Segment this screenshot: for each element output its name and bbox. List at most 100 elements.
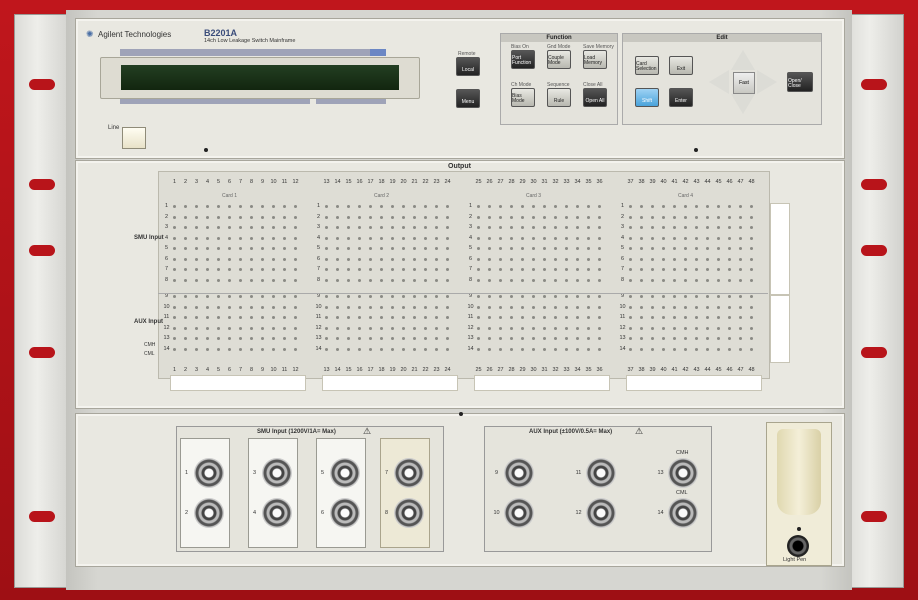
light-pen-cradle (777, 429, 821, 515)
output-column-number: 34 (574, 179, 581, 185)
crosspoint-led (435, 205, 438, 208)
arrow-up-icon[interactable] (731, 50, 755, 70)
smu-connector-card (180, 438, 230, 548)
crosspoint-led (521, 205, 524, 208)
crosspoint-led (728, 316, 731, 319)
crosspoint-led (684, 257, 687, 261)
load-memory-button[interactable]: Load Memory (583, 50, 607, 69)
crosspoint-led (446, 337, 449, 340)
crosspoint-led (391, 226, 394, 229)
crosspoint-led (587, 268, 590, 271)
enter-button[interactable]: Enter (669, 88, 693, 107)
crosspoint-led (294, 347, 297, 351)
light-pen-connector[interactable] (787, 535, 809, 557)
aux-bnc-connector[interactable] (504, 498, 534, 528)
couple-mode-button[interactable]: Couple Mode (547, 50, 571, 69)
crosspoint-led (358, 316, 361, 319)
port-function-button[interactable]: Port Function (511, 50, 535, 69)
smu-bnc-connector[interactable] (194, 498, 224, 528)
crosspoint-led (739, 326, 742, 330)
crosspoint-led (565, 295, 568, 298)
input-row-number: 1 (164, 203, 169, 209)
local-button[interactable]: Local (456, 57, 480, 76)
crosspoint-led (325, 326, 328, 330)
arrow-down-icon[interactable] (731, 94, 755, 114)
crosspoint-led (554, 268, 557, 271)
crosspoint-led (640, 257, 643, 261)
smu-bnc-connector[interactable] (262, 498, 292, 528)
menu-button[interactable]: Menu (456, 89, 480, 108)
input-row-number: 6 (468, 255, 473, 262)
smu-bnc-connector[interactable] (330, 498, 360, 528)
smu-bnc-connector[interactable] (330, 458, 360, 488)
crosspoint-led (358, 205, 361, 208)
output-column-number: 44 (704, 179, 711, 185)
output-column-number: 40 (660, 179, 667, 185)
crosspoint-led (446, 305, 449, 309)
smu-bnc-connector[interactable] (394, 458, 424, 488)
crosspoint-led (750, 226, 753, 229)
open-close-button[interactable]: Open/ Close (787, 72, 813, 92)
crosspoint-led (173, 316, 176, 319)
crosspoint-led (532, 226, 535, 229)
rule-button[interactable]: Rule (547, 88, 571, 107)
crosspoint-led (336, 236, 339, 240)
crosspoint-led (750, 295, 753, 298)
aux-bnc-connector[interactable] (668, 458, 698, 488)
crosspoint-led (565, 316, 568, 319)
card-selection-button[interactable]: Card Selection (635, 56, 659, 75)
crosspoint-led (706, 347, 709, 351)
crosspoint-led (391, 326, 394, 330)
input-row-number: 4 (316, 234, 321, 241)
crosspoint-led (750, 326, 753, 330)
crosspoint-led (325, 226, 328, 229)
crosspoint-led (477, 247, 480, 250)
smu-bnc-connector[interactable] (394, 498, 424, 528)
crosspoint-led (173, 278, 176, 282)
crosspoint-led (391, 295, 394, 298)
crosspoint-led (250, 247, 253, 250)
bias-mode-button[interactable]: Bias Mode (511, 88, 535, 107)
rack-ear-right (846, 14, 904, 588)
fast-button[interactable]: Fast (733, 72, 755, 94)
crosspoint-led (651, 205, 654, 208)
arrow-left-icon[interactable] (709, 70, 729, 94)
crosspoint-led (446, 326, 449, 330)
smu-bnc-connector[interactable] (262, 458, 292, 488)
smu-bnc-connector[interactable] (194, 458, 224, 488)
crosspoint-led (532, 247, 535, 250)
crosspoint-led (336, 205, 339, 208)
crosspoint-led (347, 337, 350, 340)
input-row-number: 13 (467, 335, 474, 341)
output-column-number: 8 (249, 367, 254, 373)
crosspoint-led (706, 278, 709, 282)
crosspoint-led (413, 215, 416, 219)
arrow-right-icon[interactable] (757, 70, 777, 94)
crosspoint-led (358, 226, 361, 229)
crosspoint-led (554, 305, 557, 309)
exit-button[interactable]: Exit (669, 56, 693, 75)
crosspoint-led (402, 316, 405, 319)
crosspoint-led (424, 205, 427, 208)
crosspoint-led (369, 215, 372, 219)
function-group: Function Bias On Port Function Gnd Mode … (500, 33, 618, 125)
power-switch[interactable] (122, 127, 146, 149)
aux-bnc-connector[interactable] (586, 498, 616, 528)
crosspoint-led (217, 226, 220, 229)
crosspoint-led (477, 326, 480, 330)
crosspoint-led (640, 326, 643, 330)
aux-bnc-connector[interactable] (586, 458, 616, 488)
crosspoint-led (673, 257, 676, 261)
crosspoint-led (347, 205, 350, 208)
open-all-button[interactable]: Open All (583, 88, 607, 107)
input-row-number: 13 (163, 335, 170, 341)
output-column-number: 21 (411, 179, 418, 185)
card-label-strip (322, 375, 458, 391)
output-column-number: 48 (748, 367, 755, 373)
crosspoint-led (662, 236, 665, 240)
aux-bnc-connector[interactable] (504, 458, 534, 488)
shift-button[interactable]: Shift (635, 88, 659, 107)
aux-bnc-connector[interactable] (668, 498, 698, 528)
crosspoint-led (250, 347, 253, 351)
crosspoint-led (272, 337, 275, 340)
